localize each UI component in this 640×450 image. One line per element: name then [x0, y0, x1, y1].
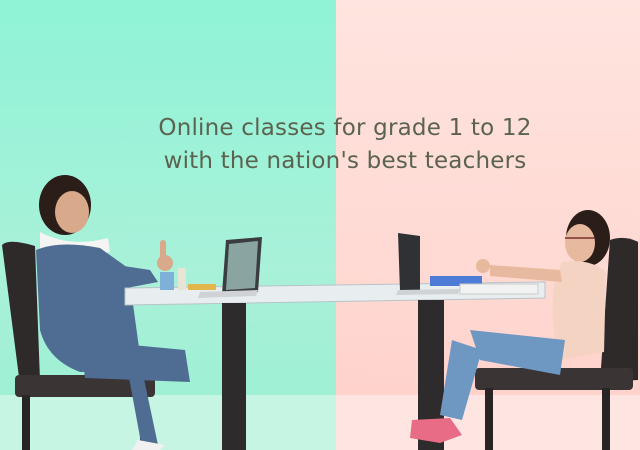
headline-line-2: with the nation's best teachers: [163, 148, 527, 174]
desk-supplies: [160, 268, 216, 290]
hero-banner: Online classes for grade 1 to 12 with th…: [0, 0, 640, 450]
headline: Online classes for grade 1 to 12 with th…: [110, 112, 580, 178]
headline-line-1: Online classes for grade 1 to 12: [158, 115, 532, 141]
classroom-illustration: [2, 175, 638, 450]
table: [124, 281, 546, 450]
teacher-figure: [36, 175, 190, 450]
